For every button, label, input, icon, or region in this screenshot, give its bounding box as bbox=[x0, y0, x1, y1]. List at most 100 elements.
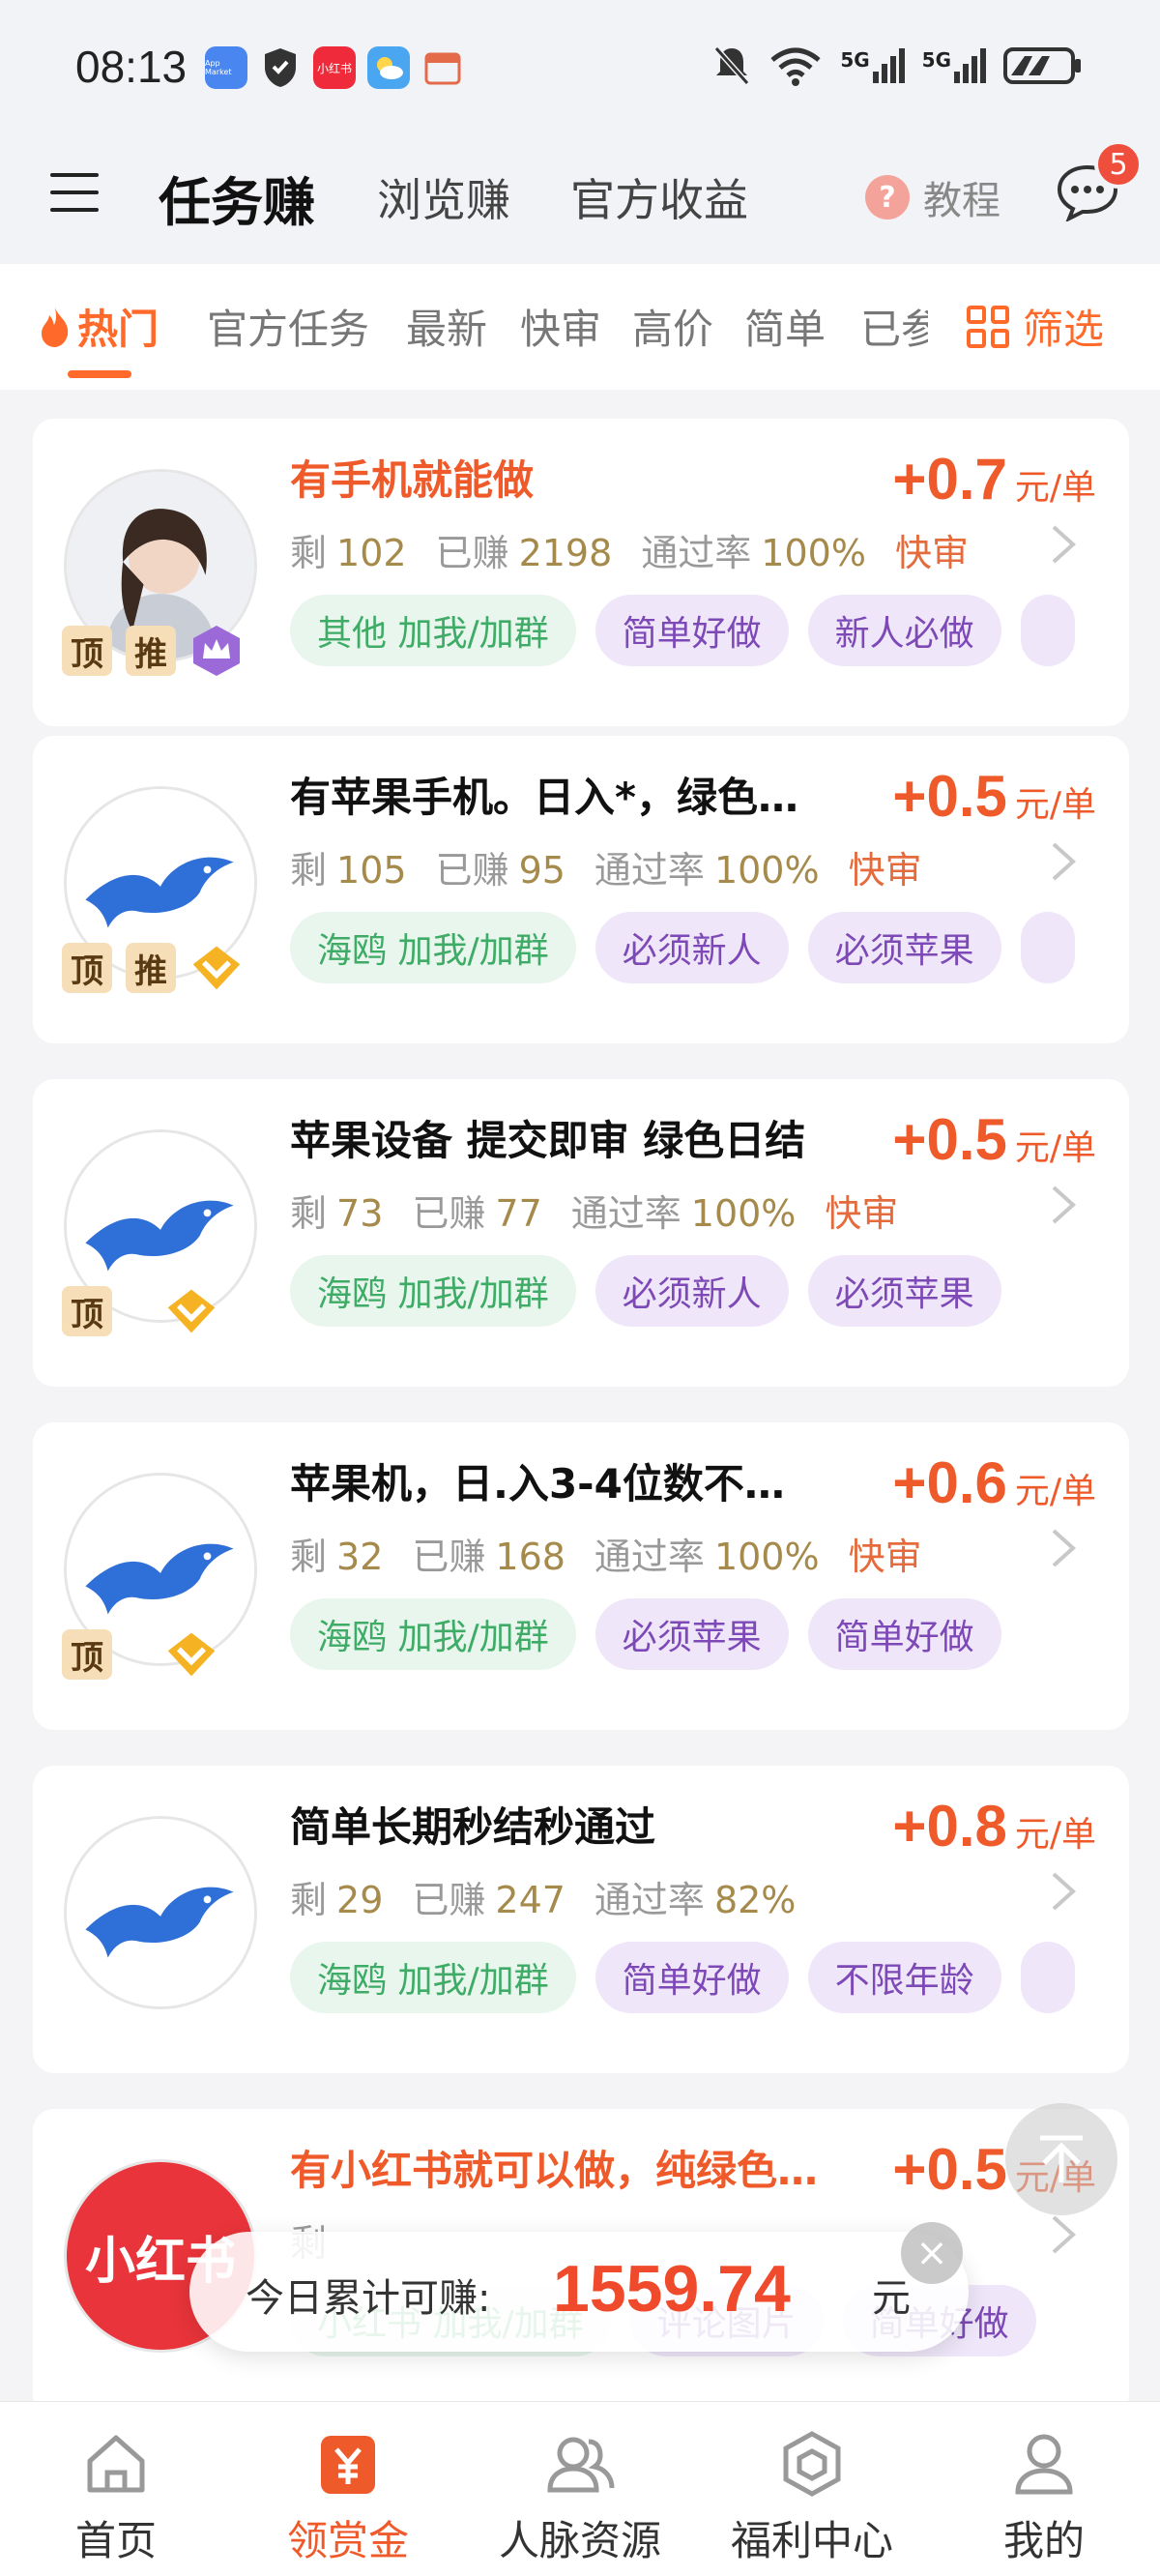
contacts-icon bbox=[547, 2437, 615, 2493]
earned-count: 已赚 77 bbox=[412, 1192, 542, 1235]
signal-5g-icon: 5G bbox=[922, 48, 986, 83]
tab-official-tasks[interactable]: 官方任务 bbox=[207, 297, 369, 356]
nav-reward[interactable]: 领赏金 bbox=[251, 2427, 445, 2567]
nav-welfare[interactable]: 福利中心 bbox=[715, 2427, 909, 2567]
app-market-icon: App Market bbox=[205, 46, 247, 89]
nav-profile[interactable]: 我的 bbox=[947, 2427, 1141, 2567]
remaining-count: 剩 105 bbox=[290, 849, 407, 892]
remaining-count: 剩 102 bbox=[290, 532, 407, 574]
nav-contacts[interactable]: 人脉资源 bbox=[483, 2427, 677, 2567]
task-tag: 其他 加我/加群 bbox=[290, 595, 576, 666]
battery-icon bbox=[1003, 47, 1081, 84]
task-title: 有小红书就可以做，纯绿色… bbox=[290, 2147, 819, 2194]
pass-rate: 通过率 100% bbox=[641, 532, 866, 574]
calendar-icon bbox=[421, 46, 464, 89]
price-value: +0.8 bbox=[892, 1794, 1007, 1859]
home-icon bbox=[87, 2435, 145, 2493]
task-card[interactable]: 顶 苹果设备 提交即审 绿色日结 +0.5 元/单剩 73 已赚 77 通过率 100% 快审 海鸥… bbox=[33, 1079, 1129, 1387]
task-title: 有手机就能做 bbox=[290, 456, 535, 504]
tab-joined[interactable]: 已参 bbox=[860, 297, 928, 356]
tutorial-label: 教程 bbox=[923, 179, 1000, 223]
tab-task-earn[interactable]: 任务赚 bbox=[159, 160, 315, 236]
earned-count: 已赚 168 bbox=[412, 1536, 566, 1578]
tab-browse-earn[interactable]: 浏览赚 bbox=[377, 165, 510, 229]
mute-bell-icon bbox=[714, 46, 750, 85]
price-unit: 元/单 bbox=[1014, 1472, 1096, 1511]
task-title: 苹果机，日.入3-4位数不… bbox=[290, 1460, 785, 1508]
pinned-badge: 顶 bbox=[62, 943, 112, 993]
chevron-right-icon bbox=[1046, 1184, 1081, 1226]
gold-chevron-icon bbox=[189, 941, 244, 995]
recommended-badge: 推 bbox=[126, 943, 176, 993]
task-price: +0.5元/单 bbox=[892, 763, 1096, 830]
tab-hot[interactable]: 热门 bbox=[39, 297, 159, 356]
earnings-unit: 元 bbox=[872, 2276, 911, 2321]
task-tag: 海鸥 加我/加群 bbox=[290, 1942, 576, 2013]
pass-rate: 通过率 82% bbox=[594, 1879, 797, 1921]
task-title: 有苹果手机。日入*，绿色… bbox=[290, 774, 798, 821]
task-tag: 必须苹果 bbox=[807, 1255, 1001, 1327]
task-tags: 海鸥 加我/加群 必须新人 必须苹果 bbox=[290, 912, 1129, 985]
wifi-icon bbox=[770, 47, 821, 86]
task-price: +0.6 元/单 bbox=[892, 1449, 1096, 1516]
top-header: 任务赚 浏览赚 官方收益 ? 教程 5 bbox=[0, 140, 1160, 264]
recommended-badge: 推 bbox=[126, 626, 176, 676]
tutorial-button[interactable]: ? 教程 bbox=[865, 169, 1000, 225]
task-tag: 海鸥 加我/加群 bbox=[290, 912, 576, 983]
shield-icon bbox=[259, 46, 302, 89]
task-stats: 剩 32 已赚 168 通过率 100% 快审 bbox=[290, 1527, 922, 1580]
scroll-to-top-button[interactable] bbox=[1005, 2103, 1117, 2215]
nav-home[interactable]: 首页 bbox=[19, 2427, 213, 2567]
price-unit: 元/单 bbox=[1014, 1128, 1096, 1168]
fast-review-label: 快审 bbox=[825, 1192, 899, 1235]
remaining-count: 剩 73 bbox=[290, 1192, 384, 1235]
pinned-badge: 顶 bbox=[62, 1629, 112, 1680]
task-price: +0.7 元/单 bbox=[892, 446, 1096, 512]
tab-newest[interactable]: 最新 bbox=[406, 297, 487, 356]
welfare-icon bbox=[783, 2431, 841, 2497]
gold-chevron-icon bbox=[164, 1627, 218, 1682]
task-tag: 必须苹果 bbox=[807, 912, 1001, 983]
tab-official-income[interactable]: 官方收益 bbox=[570, 165, 748, 229]
tab-simple[interactable]: 简单 bbox=[744, 297, 826, 356]
task-badges: 顶 bbox=[62, 1284, 218, 1338]
earned-count: 已赚 247 bbox=[412, 1879, 566, 1921]
task-card[interactable]: 顶推 有手机就能做 +0.7 元/单剩 102 已赚 2198 通过率 100% 快审 其他 加我/… bbox=[33, 419, 1129, 726]
task-tag: 不限年龄 bbox=[807, 1942, 1001, 2013]
menu-icon[interactable] bbox=[50, 173, 99, 216]
task-card[interactable]: 简单长期秒结秒通过 +0.8 元/单剩 29 已赚 247 通过率 82% 海鸥 加我/加群 简单… bbox=[33, 1766, 1129, 2073]
crown-icon bbox=[189, 624, 244, 678]
task-tag bbox=[1020, 595, 1075, 666]
chevron-right-icon bbox=[1046, 2213, 1081, 2256]
price-unit: 元/单 bbox=[1014, 785, 1096, 825]
daily-earnings-banner[interactable]: 今日累计可赚: 1559.74 元 bbox=[189, 2232, 969, 2352]
question-icon: ? bbox=[865, 175, 910, 220]
task-tags: 海鸥 加我/加群 必须新人 必须苹果 bbox=[290, 1255, 1129, 1329]
arrow-up-icon bbox=[1040, 2135, 1083, 2182]
task-tag: 海鸥 加我/加群 bbox=[290, 1255, 576, 1327]
task-card[interactable]: 顶 苹果机，日.入3-4位数不… +0.6 元/单剩 32 已赚 168 通过率 100% 快审海… bbox=[33, 1422, 1129, 1730]
tab-fast-review[interactable]: 快审 bbox=[520, 297, 601, 356]
earned-count: 已赚 2198 bbox=[435, 532, 613, 574]
task-tag: 简单好做 bbox=[594, 595, 789, 666]
profile-icon bbox=[1015, 2434, 1073, 2495]
weather-icon bbox=[367, 46, 410, 89]
close-banner-button[interactable]: × bbox=[901, 2222, 963, 2284]
price-value: +0.5 bbox=[892, 764, 1007, 829]
filter-button[interactable]: 筛选 bbox=[967, 297, 1104, 356]
task-avatar bbox=[64, 1816, 257, 2009]
pinned-badge: 顶 bbox=[62, 1286, 112, 1336]
message-badge: 5 bbox=[1094, 140, 1143, 189]
status-time: 08:13 bbox=[75, 42, 188, 92]
earned-count: 已赚 95 bbox=[435, 849, 566, 892]
price-value: +0.5 bbox=[892, 2137, 1007, 2202]
task-tag: 必须新人 bbox=[594, 1255, 789, 1327]
active-tab-indicator bbox=[68, 370, 131, 378]
tab-high-price[interactable]: 高价 bbox=[632, 297, 713, 356]
price-value: +0.5 bbox=[892, 1107, 1007, 1172]
task-tag: 新人必做 bbox=[807, 595, 1001, 666]
task-tag: 必须新人 bbox=[594, 912, 789, 983]
task-tag: 必须苹果 bbox=[594, 1598, 789, 1670]
task-card[interactable]: 顶推 有苹果手机。日入*，绿色… +0.5 元/单剩 105 已赚 95 通过率 100% 快审海… bbox=[33, 736, 1129, 1043]
task-price: +0.5元/单 bbox=[892, 1106, 1096, 1173]
